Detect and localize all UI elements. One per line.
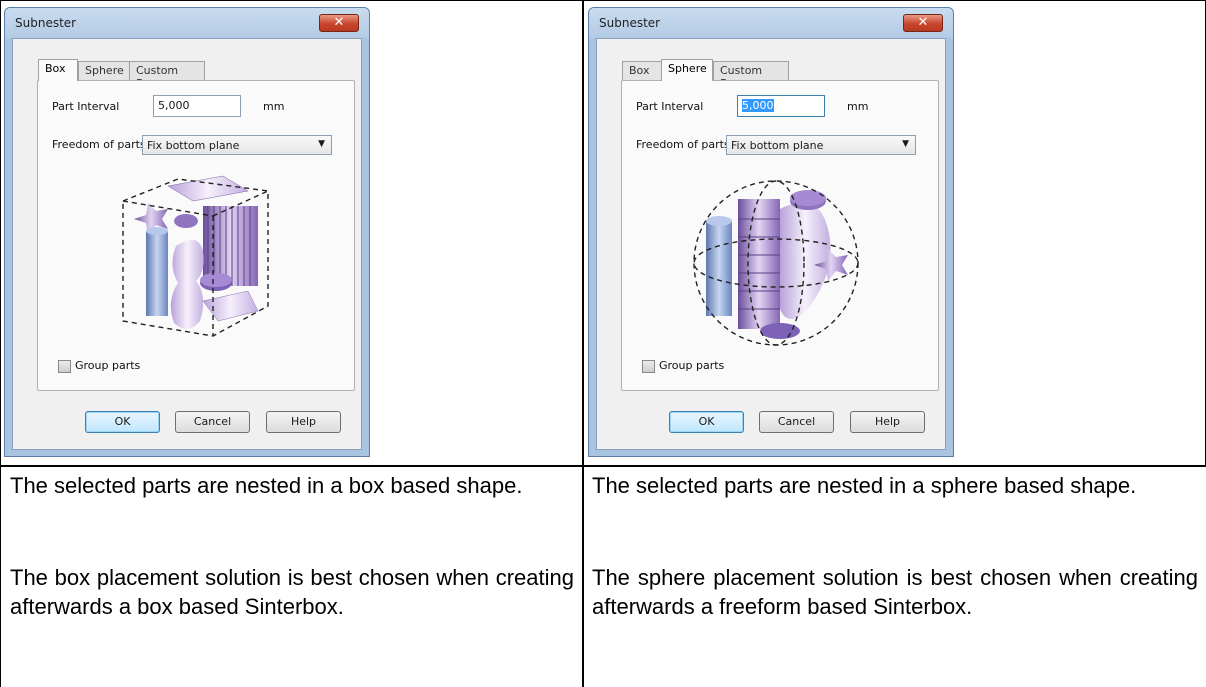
box-description-1: The selected parts are nested in a box b…	[10, 473, 523, 498]
freedom-of-parts-value: Fix bottom plane	[731, 139, 824, 152]
table-top-border	[0, 0, 1206, 1]
freedom-of-parts-label: Freedom of parts	[636, 138, 730, 151]
part-interval-label: Part Interval	[636, 100, 704, 113]
chevron-down-icon: ▼	[318, 139, 325, 149]
cancel-button[interactable]: Cancel	[175, 411, 250, 433]
group-parts-label: Group parts	[75, 359, 141, 372]
dialog-title: Subnester	[15, 16, 77, 30]
tab-box[interactable]: Box	[622, 61, 662, 80]
sphere-description-1: The selected parts are nested in a spher…	[592, 473, 1137, 498]
help-button[interactable]: Help	[850, 411, 925, 433]
table-column-divider	[582, 0, 584, 687]
part-interval-input[interactable]: 5,000	[153, 95, 241, 117]
part-interval-value: 5,000	[742, 99, 774, 112]
cancel-button[interactable]: Cancel	[759, 411, 834, 433]
close-button[interactable]: ✕	[319, 14, 359, 32]
unit-label: mm	[847, 100, 869, 113]
freedom-of-parts-select[interactable]: Fix bottom plane ▼	[726, 135, 916, 155]
group-parts-checkbox[interactable]	[642, 360, 655, 373]
tab-box[interactable]: Box	[38, 59, 78, 81]
tab-custom-box[interactable]: Custom Box	[713, 61, 789, 90]
sphere-nest-illustration	[693, 180, 859, 346]
group-parts-label: Group parts	[659, 359, 725, 372]
part-interval-value: 5,000	[158, 99, 190, 112]
unit-label: mm	[263, 100, 285, 113]
tab-panel: Part Interval 5,000 mm Freedom of parts …	[621, 80, 939, 391]
ok-button[interactable]: OK	[669, 411, 744, 433]
title-bar[interactable]: Subnester ✕	[5, 8, 369, 38]
title-bar[interactable]: Subnester ✕	[589, 8, 953, 38]
freedom-of-parts-value: Fix bottom plane	[147, 139, 240, 152]
box-description-2: The box placement solution is best chose…	[10, 565, 574, 619]
dialog-client-area: Box Sphere Custom Box Part Interval 5,00…	[596, 38, 946, 450]
ok-button[interactable]: OK	[85, 411, 160, 433]
subnester-dialog-box: Subnester ✕ Box Sphere Custom Box Part I…	[4, 7, 370, 457]
close-icon: ✕	[917, 15, 929, 30]
subnester-dialog-sphere: Subnester ✕ Box Sphere Custom Box Part I…	[588, 7, 954, 457]
sphere-description-2: The sphere placement solution is best ch…	[592, 565, 1198, 619]
dialog-title: Subnester	[599, 16, 661, 30]
part-interval-label: Part Interval	[52, 100, 120, 113]
tab-custom-box[interactable]: Custom Box	[129, 61, 205, 90]
box-nest-illustration	[122, 175, 269, 337]
close-button[interactable]: ✕	[903, 14, 943, 32]
help-button[interactable]: Help	[266, 411, 341, 433]
tab-panel: Part Interval 5,000 mm Freedom of parts …	[37, 80, 355, 391]
table-row-divider	[0, 465, 1206, 467]
freedom-of-parts-label: Freedom of parts	[52, 138, 146, 151]
table-left-border	[0, 0, 1, 687]
tab-sphere[interactable]: Sphere	[661, 59, 713, 81]
dialog-client-area: Box Sphere Custom Box Part Interval 5,00…	[12, 38, 362, 450]
part-interval-input[interactable]: 5,000	[737, 95, 825, 117]
group-parts-checkbox[interactable]	[58, 360, 71, 373]
chevron-down-icon: ▼	[902, 139, 909, 149]
close-icon: ✕	[333, 15, 345, 30]
freedom-of-parts-select[interactable]: Fix bottom plane ▼	[142, 135, 332, 155]
tab-sphere[interactable]: Sphere	[78, 61, 130, 80]
